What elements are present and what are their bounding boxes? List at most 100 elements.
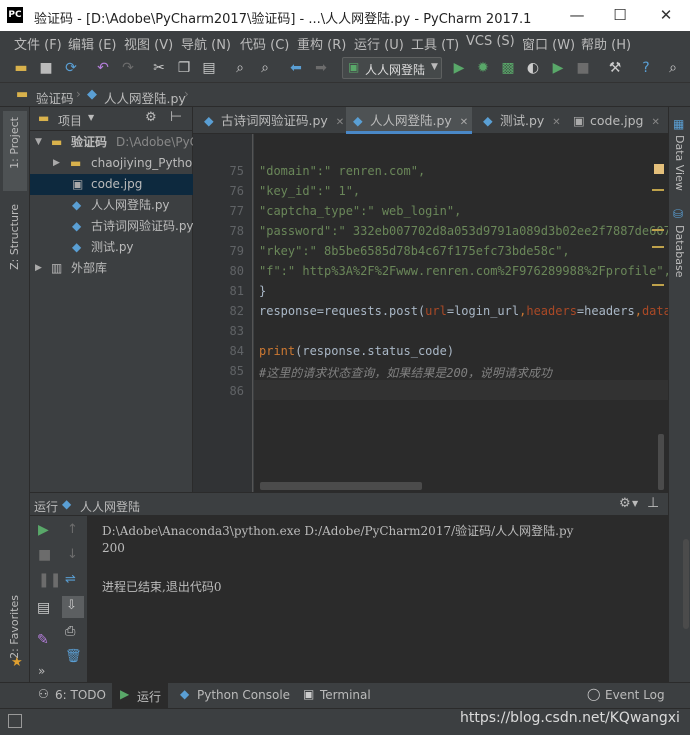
gear-icon[interactable]: ⚙ [145, 110, 157, 125]
hide-panel-icon[interactable]: ⊢ [170, 109, 182, 125]
undo-icon[interactable]: ↶ [94, 59, 112, 77]
forward-icon[interactable]: ➡ [312, 59, 330, 77]
tree-item-py[interactable]: ◆ 古诗词网验证码.py [30, 216, 193, 237]
chevron-down-icon[interactable]: ▼ [88, 113, 94, 122]
tab-event-log[interactable]: Event Log [605, 688, 665, 702]
copy-icon[interactable]: ❐ [175, 59, 193, 77]
tree-root-name: 验证码 [71, 135, 108, 149]
print-icon[interactable]: ⎙ [65, 624, 75, 639]
search-everywhere-icon[interactable]: ⌕ [664, 59, 682, 77]
run-config-select[interactable]: ▣ 人人网登陆 ▼ [342, 57, 442, 79]
save-icon[interactable]: ■ [37, 59, 55, 77]
project-header-label[interactable]: 项目 [58, 112, 82, 129]
warning-marker-icon[interactable] [654, 164, 664, 174]
up-arrow-icon[interactable]: ↑ [67, 522, 78, 537]
tab-todo[interactable]: 6: TODO [55, 688, 106, 702]
tab-codejpg[interactable]: ▣ code.jpg ✕ [566, 107, 668, 134]
rerun-icon[interactable]: ▶ [38, 522, 49, 538]
python-file-icon: ◆ [62, 497, 72, 511]
code-token: "password":" 332eb007702d8a053d9791a089d… [259, 224, 668, 238]
tab-data-view[interactable]: Data View [673, 135, 686, 191]
menu-help[interactable]: 帮助 (H) [581, 34, 631, 53]
redo-icon[interactable]: ↷ [119, 59, 137, 77]
close-tab-icon[interactable]: ✕ [460, 117, 468, 128]
chevron-down-icon[interactable]: ▼ [632, 499, 638, 508]
vertical-scrollbar[interactable] [658, 434, 664, 490]
tab-project[interactable]: 1: Project [8, 117, 21, 169]
menu-code[interactable]: 代码 (C) [240, 34, 289, 53]
maximize-icon[interactable]: ☐ [609, 4, 631, 26]
menu-window[interactable]: 窗口 (W) [522, 34, 575, 53]
todo-icon: ⚇ [38, 687, 49, 701]
minimize-icon[interactable]: — [566, 4, 588, 26]
line-number: 76 [229, 184, 244, 198]
tree-item-py[interactable]: ◆ 人人网登陆.py [30, 195, 193, 216]
dump-threads-icon[interactable]: ▤ [37, 600, 50, 616]
open-folder-icon[interactable]: ▬ [12, 59, 30, 77]
back-icon[interactable]: ⬅ [287, 59, 305, 77]
tab-gushici[interactable]: ◆ 古诗词网验证码.py ✕ [197, 107, 347, 134]
soft-wrap-icon[interactable]: ⇌ [65, 572, 76, 587]
console-output[interactable]: D:\Adobe\Anaconda3\python.exe D:/Adobe/P… [88, 516, 668, 682]
tab-run[interactable]: 运行 [137, 688, 161, 705]
menu-vcs[interactable]: VCS (S) [466, 34, 515, 49]
close-tab-icon[interactable]: ✕ [651, 117, 659, 128]
close-icon[interactable]: ✕ [655, 4, 677, 26]
menu-run[interactable]: 运行 (U) [354, 34, 404, 53]
more-icon[interactable]: » [38, 664, 45, 678]
cut-icon[interactable]: ✂ [150, 59, 168, 77]
python-file-icon: ◆ [72, 219, 82, 233]
stop-icon[interactable]: ■ [574, 59, 592, 77]
pin-icon[interactable]: ✎ [37, 632, 49, 648]
menu-tools[interactable]: 工具 (T) [411, 34, 459, 53]
replace-icon[interactable]: ⌕ [256, 59, 274, 77]
code-token: data [641, 304, 668, 318]
tab-structure[interactable]: Z: Structure [8, 204, 21, 270]
tree-item-folder[interactable]: ▶ ▬ chaojiying_Python [30, 153, 193, 174]
down-arrow-icon[interactable]: ↓ [67, 547, 78, 562]
trash-icon[interactable]: 🗑 [65, 649, 82, 664]
paste-icon[interactable]: ▤ [200, 59, 218, 77]
menu-file[interactable]: 文件 (F) [14, 34, 62, 53]
concurrency-icon[interactable]: ▶ [549, 59, 567, 77]
console-scrollbar[interactable] [683, 539, 689, 629]
menu-edit[interactable]: 编辑 (E) [68, 34, 117, 53]
sync-icon[interactable]: ⟳ [62, 59, 80, 77]
hide-panel-icon[interactable]: ⊥ [647, 495, 659, 511]
tab-terminal[interactable]: Terminal [320, 688, 371, 702]
breadcrumb-file[interactable]: 人人网登陆.py [104, 88, 186, 107]
stop-icon[interactable]: ■ [38, 547, 51, 563]
tab-favorites[interactable]: 2: Favorites [8, 595, 21, 659]
debug-icon[interactable]: ✹ [474, 59, 492, 77]
close-tab-icon[interactable]: ✕ [552, 117, 560, 128]
tab-test[interactable]: ◆ 测试.py ✕ [476, 107, 566, 134]
scroll-to-end-toggle[interactable]: ⇩ [62, 596, 84, 618]
status-toggle-icon[interactable] [8, 714, 22, 728]
chevron-right-icon[interactable]: ▶ [35, 258, 42, 279]
menu-view[interactable]: 视图 (V) [124, 34, 173, 53]
run-icon[interactable]: ▶ [450, 59, 468, 77]
breadcrumb-project[interactable]: 验证码 [36, 88, 74, 107]
tab-python-console[interactable]: Python Console [197, 688, 290, 702]
tree-root[interactable]: ▼ ▬ 验证码 D:\Adobe\PyC [30, 132, 193, 153]
settings-wrench-icon[interactable]: ⚒ [606, 59, 624, 77]
menu-navigate[interactable]: 导航 (N) [181, 34, 231, 53]
chevron-right-icon[interactable]: ▶ [53, 153, 60, 174]
tree-item-external-libs[interactable]: ▶ ▥ 外部库 [30, 258, 193, 279]
find-icon[interactable]: ⌕ [231, 59, 249, 77]
code-editor[interactable]: "domain":" renren.com", "key_id":" 1", "… [254, 134, 668, 492]
horizontal-scrollbar[interactable] [260, 482, 422, 490]
tab-renren[interactable]: ◆ 人人网登陆.py ✕ [346, 107, 472, 134]
tree-item-py[interactable]: ◆ 测试.py [30, 237, 193, 258]
run-config-name[interactable]: 人人网登陆 [80, 498, 140, 515]
profile-icon[interactable]: ◐ [524, 59, 542, 77]
coverage-icon[interactable]: ▩ [499, 59, 517, 77]
tab-database[interactable]: Database [673, 225, 686, 278]
code-token: } [259, 284, 267, 298]
close-tab-icon[interactable]: ✕ [336, 117, 344, 128]
gear-icon[interactable]: ⚙ [619, 496, 631, 511]
help-icon[interactable]: ? [637, 59, 655, 77]
chevron-down-icon[interactable]: ▼ [35, 132, 42, 153]
tree-item-image[interactable]: ▣ code.jpg [30, 174, 193, 195]
menu-refactor[interactable]: 重构 (R) [297, 34, 346, 53]
